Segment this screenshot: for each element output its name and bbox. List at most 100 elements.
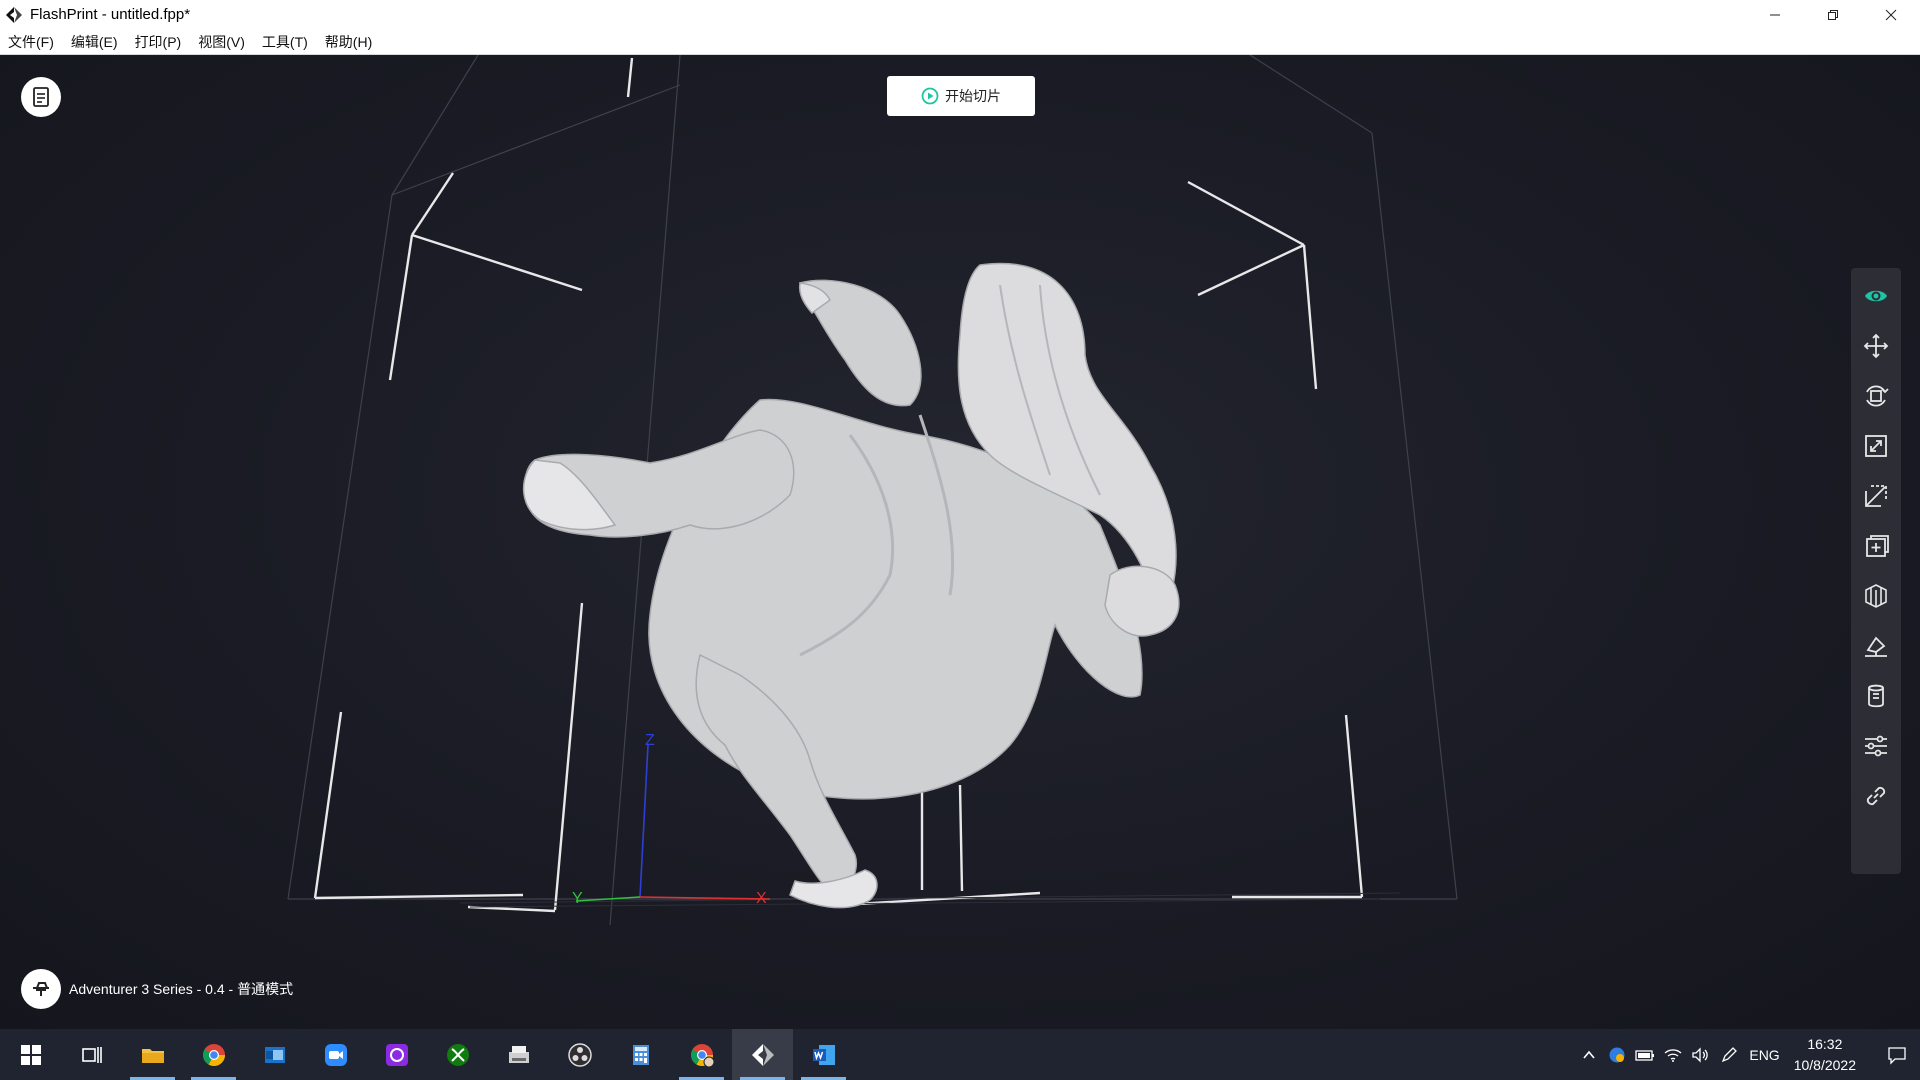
- x-axis-label: X: [756, 890, 767, 907]
- tool-rotate[interactable]: [1856, 376, 1896, 416]
- rewind-app-icon: [385, 1043, 408, 1066]
- taskbar-file-explorer[interactable]: [122, 1029, 183, 1080]
- tray-overflow-button[interactable]: [1575, 1029, 1603, 1080]
- rotate-icon: [1866, 385, 1889, 407]
- obs-icon: [567, 1042, 592, 1067]
- tool-scale[interactable]: [1856, 426, 1896, 466]
- start-slicing-button[interactable]: 开始切片: [887, 76, 1035, 116]
- wifi-status[interactable]: [1659, 1029, 1687, 1080]
- menu-help[interactable]: 帮助(H): [325, 32, 372, 52]
- build-volume-scene: Z X Y: [287, 55, 1458, 926]
- tool-connect[interactable]: [1856, 776, 1896, 816]
- document-icon: [33, 87, 49, 107]
- printer-select-button[interactable]: [21, 969, 61, 1009]
- pen-icon: [1722, 1046, 1738, 1062]
- flashprint-logo-icon: [4, 5, 24, 25]
- clock-time: 16:32: [1807, 1035, 1843, 1052]
- tool-view[interactable]: [1856, 276, 1896, 316]
- supports-icon: [1865, 584, 1887, 608]
- pen-menu[interactable]: [1715, 1029, 1743, 1080]
- taskbar-obs[interactable]: [549, 1029, 610, 1080]
- lay-flat-icon: [1865, 636, 1887, 657]
- minimize-button[interactable]: [1746, 0, 1804, 29]
- speaker-icon: [1692, 1046, 1709, 1063]
- tool-supports[interactable]: [1856, 576, 1896, 616]
- tool-extruder[interactable]: [1856, 676, 1896, 716]
- tool-lay-flat[interactable]: [1856, 626, 1896, 666]
- move-arrows-icon: [1863, 333, 1889, 359]
- project-info-button[interactable]: [21, 77, 61, 117]
- printer-status: Adventurer 3 Series - 0.4 - 普通模式: [21, 969, 293, 1009]
- taskbar-rewind[interactable]: [366, 1029, 427, 1080]
- taskbar-scanner[interactable]: [488, 1029, 549, 1080]
- close-icon: [1885, 9, 1897, 20]
- printer-icon: [33, 982, 49, 996]
- taskbar-zoom[interactable]: [305, 1029, 366, 1080]
- restore-button[interactable]: [1804, 0, 1862, 29]
- extruder-icon: [1868, 684, 1884, 708]
- taskbar-chrome[interactable]: [183, 1029, 244, 1080]
- close-button[interactable]: [1862, 0, 1920, 29]
- notification-center-button[interactable]: [1874, 1029, 1920, 1080]
- battery-status[interactable]: [1631, 1029, 1659, 1080]
- taskbar-calculator[interactable]: [610, 1029, 671, 1080]
- tool-add-model[interactable]: [1856, 526, 1896, 566]
- taskbar: ENG 16:32 10/8/2022: [0, 1029, 1920, 1080]
- zoom-icon: [324, 1043, 347, 1066]
- scale-icon: [1865, 435, 1887, 457]
- clock-date: 10/8/2022: [1793, 1056, 1856, 1073]
- menu-tools[interactable]: 工具(T): [262, 32, 308, 52]
- restore-icon: [1828, 9, 1838, 20]
- outlook-icon: [264, 1046, 285, 1063]
- eye-icon: [1865, 290, 1887, 302]
- windows-icon: [20, 1044, 41, 1065]
- y-axis-label: Y: [572, 890, 583, 907]
- menu-edit[interactable]: 编辑(E): [71, 32, 118, 52]
- tool-move[interactable]: [1856, 326, 1896, 366]
- chrome-profile-icon: [690, 1043, 714, 1067]
- menu-view[interactable]: 视图(V): [198, 32, 245, 52]
- title-bar: FlashPrint - untitled.fpp*: [0, 0, 1920, 29]
- menu-print[interactable]: 打印(P): [135, 32, 182, 52]
- right-toolbar: [1851, 268, 1901, 874]
- taskbar-chrome-profile[interactable]: [671, 1029, 732, 1080]
- battery-icon: [1635, 1049, 1655, 1061]
- minimize-icon: [1770, 14, 1780, 15]
- taskbar-outlook[interactable]: [244, 1029, 305, 1080]
- start-button[interactable]: [0, 1029, 61, 1080]
- word-icon: [812, 1044, 835, 1065]
- printer-label: Adventurer 3 Series - 0.4 - 普通模式: [69, 981, 294, 997]
- cut-icon: [1865, 485, 1887, 507]
- scanner-icon: [508, 1045, 529, 1063]
- taskbar-word[interactable]: [793, 1029, 854, 1080]
- flashprint-icon: [751, 1043, 774, 1066]
- folder-icon: [141, 1048, 164, 1063]
- notification-icon: [1888, 1046, 1906, 1065]
- xbox-icon: [446, 1043, 469, 1066]
- volume-control[interactable]: [1687, 1029, 1715, 1080]
- tray-app-icon: [1609, 1047, 1625, 1062]
- start-slicing-label: 开始切片: [945, 88, 1001, 104]
- chevron-up-icon: [1583, 1050, 1595, 1059]
- system-tray: ENG 16:32 10/8/2022: [1575, 1029, 1920, 1080]
- sliders-icon: [1865, 735, 1887, 757]
- z-axis-label: Z: [645, 732, 655, 749]
- add-model-icon: [1866, 535, 1889, 557]
- chrome-icon: [202, 1043, 225, 1066]
- menu-file[interactable]: 文件(F): [8, 32, 54, 52]
- window-title: FlashPrint - untitled.fpp*: [30, 6, 191, 23]
- taskbar-xbox[interactable]: [427, 1029, 488, 1080]
- tool-cut[interactable]: [1856, 476, 1896, 516]
- task-view-icon: [81, 1046, 102, 1063]
- taskbar-flashprint[interactable]: [732, 1029, 793, 1080]
- wifi-icon: [1664, 1048, 1682, 1062]
- task-view-button[interactable]: [61, 1029, 122, 1080]
- calculator-icon: [632, 1044, 649, 1065]
- menu-bar: 文件(F) 编辑(E) 打印(P) 视图(V) 工具(T) 帮助(H): [0, 29, 1920, 55]
- 3d-model[interactable]: [522, 262, 1180, 909]
- clock[interactable]: 16:32 10/8/2022: [1794, 1034, 1856, 1076]
- input-language[interactable]: ENG: [1749, 1047, 1779, 1063]
- tray-app[interactable]: [1603, 1029, 1631, 1080]
- 3d-viewport[interactable]: Z X Y 开始切片 Adventurer 3 Series - 0.4 - 普…: [0, 55, 1920, 1029]
- tool-settings[interactable]: [1856, 726, 1896, 766]
